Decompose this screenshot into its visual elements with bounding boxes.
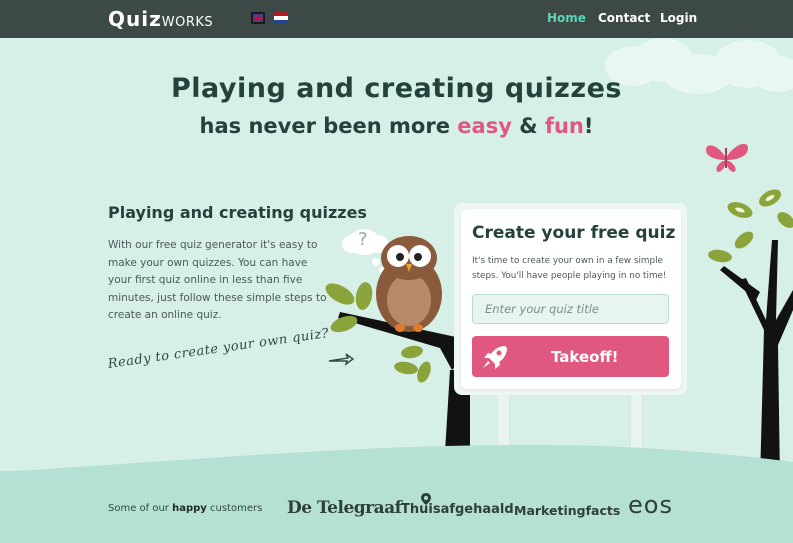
- customers-suffix: customers: [206, 503, 263, 514]
- nav-home-link[interactable]: Home: [547, 11, 586, 25]
- customers-happy: happy: [172, 503, 207, 514]
- english-flag-icon[interactable]: [251, 12, 265, 24]
- customers-prefix: Some of our: [108, 503, 173, 514]
- intro-body: With our free quiz generator it's easy t…: [108, 239, 327, 321]
- brand-thuisafgehaald-logo: Thuisafgehaald: [401, 502, 514, 517]
- thought-question-mark: ?: [358, 229, 368, 250]
- create-quiz-card: Create your free quiz It's time to creat…: [461, 209, 681, 389]
- logo-works-text: WORKS: [161, 15, 214, 30]
- hero-sub-amp: &: [511, 114, 545, 138]
- brand-telegraaf-logo: De Telegraaf: [287, 498, 402, 518]
- navbar: QuizWORKS Home Contact Login: [0, 0, 793, 38]
- hero-sub-easy: easy: [457, 114, 512, 138]
- customers-caption: Some of our happy customers: [108, 503, 262, 514]
- butterfly-icon: [706, 143, 748, 172]
- rocket-icon: [483, 346, 507, 369]
- dutch-flag-icon[interactable]: [274, 12, 288, 24]
- hero-title: Playing and creating quizzes: [171, 73, 622, 104]
- quizworks-logo[interactable]: QuizWORKS: [108, 7, 213, 31]
- card-title: Create your free quiz: [472, 223, 676, 243]
- takeoff-button-label: Takeoff!: [551, 348, 619, 366]
- takeoff-button[interactable]: Takeoff!: [472, 336, 669, 377]
- hero-sub-suffix: !: [583, 114, 594, 138]
- nav-contact-link[interactable]: Contact: [598, 11, 650, 25]
- logo-quiz-text: Quiz: [108, 7, 162, 31]
- hero-subtitle: has never been more easy & fun!: [0, 114, 793, 138]
- brand-eos-logo: eos: [628, 491, 673, 519]
- footer: Some of our happy customers De Telegraaf…: [0, 471, 793, 543]
- hero-sub-prefix: has never been more: [199, 114, 458, 138]
- nav-login-link[interactable]: Login: [660, 11, 697, 25]
- card-description: It's time to create your own in a few si…: [472, 256, 667, 281]
- quiz-title-input[interactable]: [472, 294, 669, 324]
- ready-handwriting: Ready to create your own quiz?: [106, 326, 331, 372]
- hero-sub-fun: fun: [544, 114, 584, 138]
- brand-marketingfacts-logo: Marketingfacts: [514, 503, 621, 518]
- owl-tree-illustration: [325, 229, 470, 452]
